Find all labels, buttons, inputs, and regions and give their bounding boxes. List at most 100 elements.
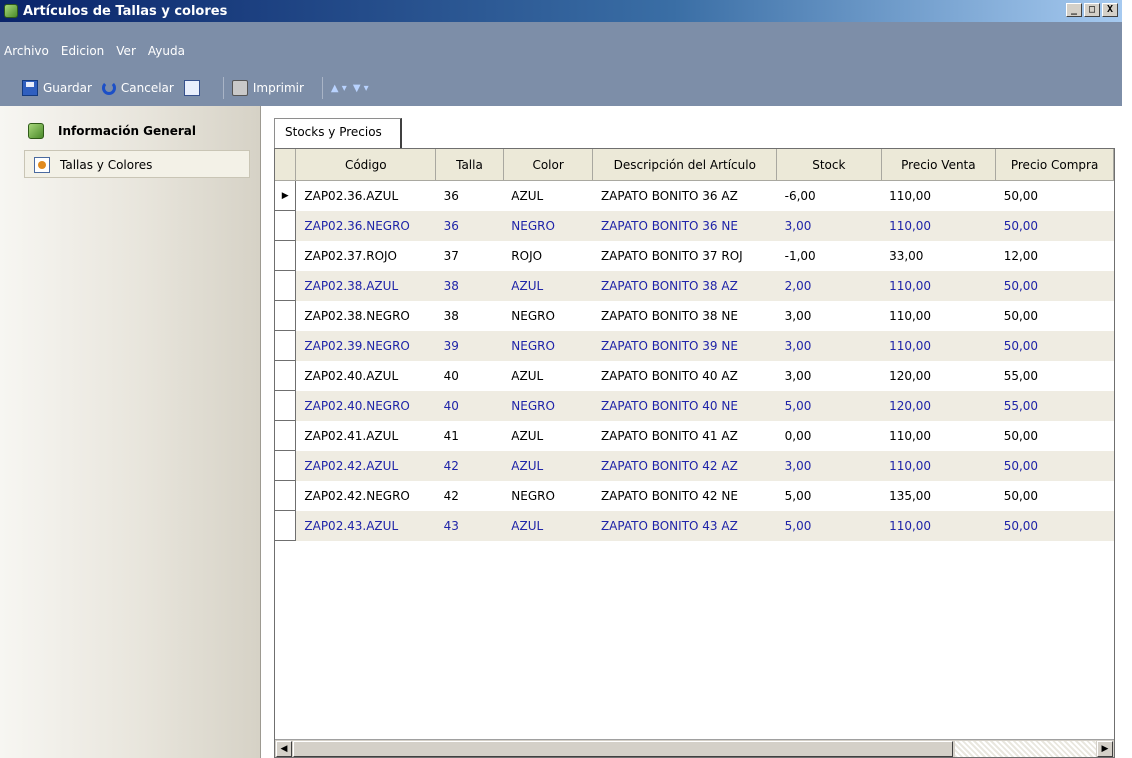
cell-precio-compra[interactable]: 50,00 [995,450,1114,481]
menu-archivo[interactable]: Archivo [4,44,49,58]
cell-stock[interactable]: -1,00 [776,240,882,271]
cell-precio-compra[interactable]: 55,00 [995,360,1114,391]
row-selector[interactable] [275,510,297,541]
cell-color[interactable]: NEGRO [503,330,593,361]
cell-precio-compra[interactable]: 50,00 [995,210,1114,241]
cell-talla[interactable]: 42 [435,450,504,481]
cell-precio-venta[interactable]: 120,00 [881,360,996,391]
cell-precio-compra[interactable]: 50,00 [995,300,1114,331]
cell-precio-venta[interactable]: 110,00 [881,420,996,451]
cell-descripcion[interactable]: ZAPATO BONITO 40 NE [592,390,777,421]
cell-talla[interactable]: 41 [435,420,504,451]
cancel-button[interactable]: Cancelar [101,81,174,95]
cell-descripcion[interactable]: ZAPATO BONITO 37 ROJ [592,240,777,271]
cell-descripcion[interactable]: ZAPATO BONITO 42 NE [592,480,777,511]
cell-descripcion[interactable]: ZAPATO BONITO 41 AZ [592,420,777,451]
cell-color[interactable]: AZUL [503,180,593,211]
column-header-descripcion[interactable]: Descripción del Artículo [592,149,778,181]
cell-codigo[interactable]: ZAP02.39.NEGRO [295,330,436,361]
cell-talla[interactable]: 40 [435,390,504,421]
column-header-codigo[interactable]: Código [295,149,437,181]
table-row[interactable]: ▶ ZAP02.36.AZUL 36 AZUL ZAPATO BONITO 36 AZ -… [275,180,1114,211]
cell-precio-compra[interactable]: 50,00 [995,480,1114,511]
cell-precio-venta[interactable]: 120,00 [881,390,996,421]
cell-stock[interactable]: 0,00 [776,420,882,451]
cell-precio-venta[interactable]: 33,00 [881,240,996,271]
cell-descripcion[interactable]: ZAPATO BONITO 40 AZ [592,360,777,391]
column-header-precio-venta[interactable]: Precio Venta [881,149,997,181]
cell-color[interactable]: ROJO [503,240,593,271]
cell-codigo[interactable]: ZAP02.40.AZUL [295,360,436,391]
cell-precio-venta[interactable]: 110,00 [881,450,996,481]
cell-color[interactable]: NEGRO [503,390,593,421]
cell-talla[interactable]: 42 [435,480,504,511]
scroll-left-button[interactable]: ◀ [276,741,292,757]
table-row[interactable]: ZAP02.40.NEGRO 40 NEGRO ZAPATO BONITO 40 NE… [275,390,1114,421]
row-selector[interactable] [275,420,297,451]
row-selector[interactable] [275,450,297,481]
row-selector[interactable] [275,330,297,361]
cell-talla[interactable]: 43 [435,510,504,541]
cell-color[interactable]: NEGRO [503,300,593,331]
cell-talla[interactable]: 38 [435,300,504,331]
row-selector[interactable] [275,300,297,331]
cell-stock[interactable]: 2,00 [776,270,882,301]
column-header-color[interactable]: Color [503,149,594,181]
row-selector[interactable] [275,360,297,391]
cell-color[interactable]: NEGRO [503,480,593,511]
cell-precio-compra[interactable]: 50,00 [995,510,1114,541]
cell-color[interactable]: AZUL [503,360,593,391]
table-row[interactable]: ZAP02.38.AZUL 38 AZUL ZAPATO BONITO 38 AZ 2,… [275,270,1114,301]
cell-color[interactable]: AZUL [503,510,593,541]
export-button[interactable] [183,80,205,96]
table-row[interactable]: ZAP02.42.AZUL 42 AZUL ZAPATO BONITO 42 AZ 3,… [275,450,1114,481]
row-selector[interactable] [275,210,297,241]
cell-codigo[interactable]: ZAP02.42.NEGRO [295,480,436,511]
save-button[interactable]: Guardar [22,80,92,96]
minimize-button[interactable]: _ [1066,3,1082,17]
cell-stock[interactable]: 3,00 [776,210,882,241]
cell-talla[interactable]: 36 [435,180,504,211]
cell-descripcion[interactable]: ZAPATO BONITO 36 AZ [592,180,777,211]
sidebar-item-tallas-y-colores[interactable]: Tallas y Colores [34,157,152,173]
cell-stock[interactable]: 3,00 [776,450,882,481]
menu-ver[interactable]: Ver [116,44,136,58]
cell-stock[interactable]: 5,00 [776,510,882,541]
cell-codigo[interactable]: ZAP02.38.NEGRO [295,300,436,331]
cell-precio-compra[interactable]: 50,00 [995,420,1114,451]
table-row[interactable]: ZAP02.39.NEGRO 39 NEGRO ZAPATO BONITO 39 NE… [275,330,1114,361]
cell-stock[interactable]: 5,00 [776,390,882,421]
column-header-talla[interactable]: Talla [435,149,504,181]
cell-precio-venta[interactable]: 110,00 [881,510,996,541]
cell-talla[interactable]: 38 [435,270,504,301]
cell-stock[interactable]: 3,00 [776,360,882,391]
cell-talla[interactable]: 40 [435,360,504,391]
row-selector[interactable] [275,480,297,511]
table-row[interactable]: ZAP02.43.AZUL 43 AZUL ZAPATO BONITO 43 AZ 5,… [275,510,1114,541]
cell-codigo[interactable]: ZAP02.43.AZUL [295,510,436,541]
cell-descripcion[interactable]: ZAPATO BONITO 39 NE [592,330,777,361]
next-record-icon[interactable]: ▼ ▾ [353,83,369,94]
cell-codigo[interactable]: ZAP02.36.AZUL [295,180,436,211]
cell-precio-venta[interactable]: 135,00 [881,480,996,511]
cell-descripcion[interactable]: ZAPATO BONITO 38 AZ [592,270,777,301]
cell-descripcion[interactable]: ZAPATO BONITO 43 AZ [592,510,777,541]
cell-stock[interactable]: -6,00 [776,180,882,211]
cell-precio-compra[interactable]: 50,00 [995,270,1114,301]
row-selector[interactable] [275,390,297,421]
cell-precio-compra[interactable]: 55,00 [995,390,1114,421]
column-header-precio-compra[interactable]: Precio Compra [995,149,1114,181]
cell-stock[interactable]: 5,00 [776,480,882,511]
cell-codigo[interactable]: ZAP02.40.NEGRO [295,390,436,421]
menu-edicion[interactable]: Edicion [61,44,104,58]
cell-precio-compra[interactable]: 12,00 [995,240,1114,271]
cell-precio-compra[interactable]: 50,00 [995,180,1114,211]
cell-precio-venta[interactable]: 110,00 [881,330,996,361]
cell-precio-venta[interactable]: 110,00 [881,180,996,211]
horizontal-scrollbar[interactable]: ◀ ▶ [275,739,1114,757]
scroll-thumb[interactable] [293,741,953,757]
table-row[interactable]: ZAP02.38.NEGRO 38 NEGRO ZAPATO BONITO 38 NE… [275,300,1114,331]
scroll-right-button[interactable]: ▶ [1097,741,1113,757]
cell-color[interactable]: AZUL [503,420,593,451]
cell-color[interactable]: AZUL [503,450,593,481]
